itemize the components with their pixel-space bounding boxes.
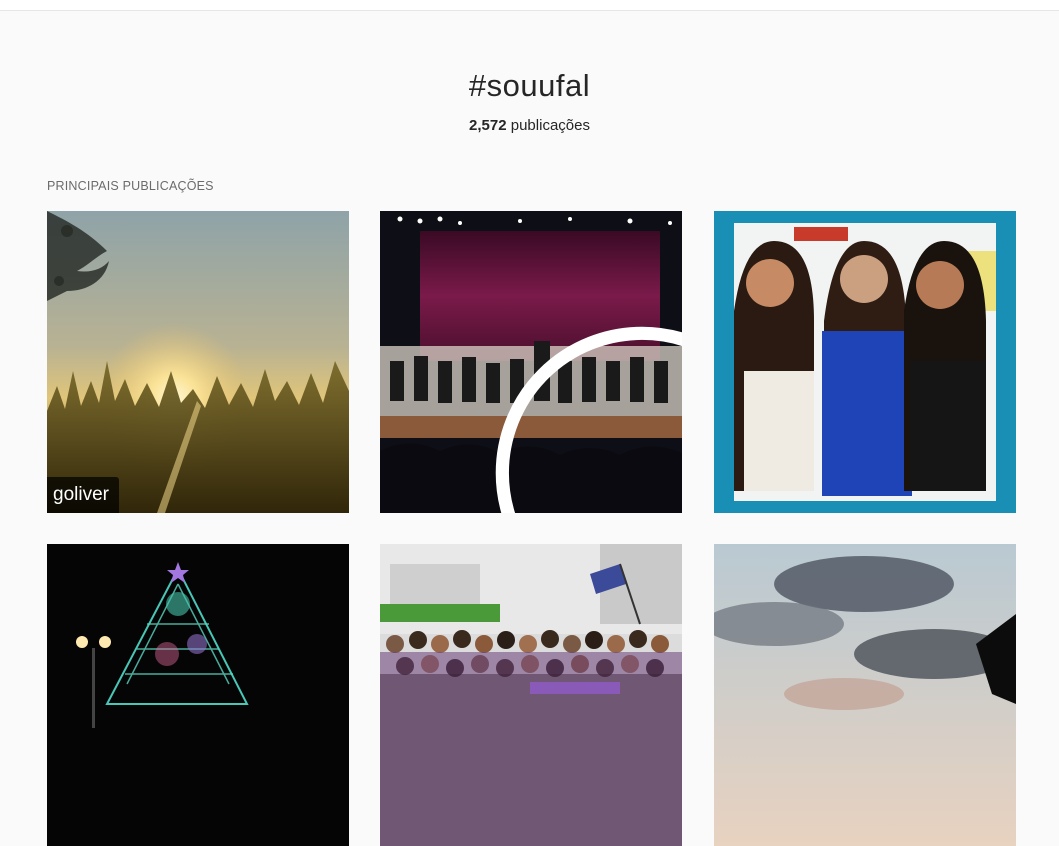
post-tile-sky[interactable] (714, 544, 1016, 846)
post-image-sky (714, 544, 1016, 846)
post-count-number: 2,572 (469, 117, 507, 134)
post-image-sunset (47, 211, 349, 513)
post-tile-group-selfie[interactable] (714, 211, 1016, 513)
top-nav-bar (0, 0, 1059, 11)
post-username-overlay: goliver (47, 477, 119, 513)
hashtag-header: #souufal 2,572 publicações (0, 58, 1059, 134)
post-image-group-selfie (714, 211, 1016, 513)
post-image-crowd (380, 544, 682, 846)
post-tile-christmas-tree[interactable] (47, 544, 349, 846)
post-tile-sunset[interactable]: goliver (47, 211, 349, 513)
post-tile-crowd[interactable] (380, 544, 682, 846)
post-count: 2,572 publicações (0, 117, 1059, 134)
post-count-label: publicações (510, 117, 590, 134)
post-image-christmas-tree (47, 544, 349, 846)
top-posts-heading: PRINCIPAIS PUBLICAÇÕES (47, 179, 214, 193)
hashtag-title: #souufal (468, 68, 591, 103)
post-tile-orchestra[interactable] (380, 211, 682, 513)
video-play-icon[interactable] (491, 322, 682, 513)
